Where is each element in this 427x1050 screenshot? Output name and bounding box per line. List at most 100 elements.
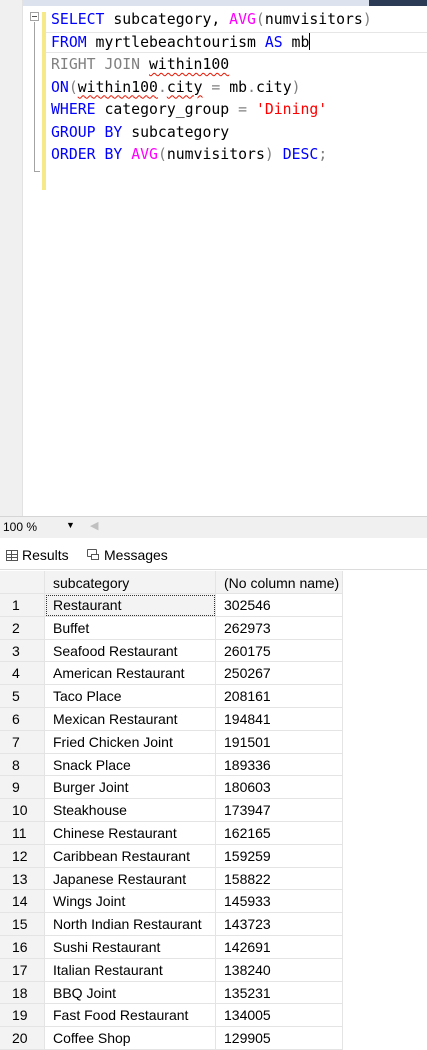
- column-header-subcategory[interactable]: subcategory: [45, 571, 216, 594]
- row-number[interactable]: 14: [0, 890, 45, 914]
- cell-subcategory[interactable]: Italian Restaurant: [45, 958, 216, 982]
- table-row[interactable]: 19 Fast Food Restaurant 134005: [0, 1004, 427, 1028]
- row-number[interactable]: 6: [0, 707, 45, 731]
- cell-subcategory[interactable]: Buffet: [45, 616, 216, 640]
- row-number[interactable]: 1: [0, 594, 45, 617]
- cell-value[interactable]: 142691: [216, 935, 343, 959]
- row-number[interactable]: 15: [0, 913, 45, 936]
- row-number[interactable]: 11: [0, 821, 45, 845]
- table-row[interactable]: 9 Burger Joint 180603: [0, 776, 427, 800]
- cell-subcategory[interactable]: Coffee Shop: [45, 1027, 216, 1050]
- cell-value[interactable]: 129905: [216, 1027, 343, 1050]
- cell-value[interactable]: 250267: [216, 662, 343, 686]
- table-row[interactable]: 4 American Restaurant 250267: [0, 662, 427, 686]
- table-row[interactable]: 7 Fried Chicken Joint 191501: [0, 730, 427, 754]
- cell-value[interactable]: 180603: [216, 776, 343, 800]
- code-line[interactable]: SELECT subcategory, AVG(numvisitors): [51, 9, 372, 32]
- cell-value[interactable]: 262973: [216, 616, 343, 640]
- cell-value[interactable]: 158822: [216, 867, 343, 891]
- row-number[interactable]: 9: [0, 776, 45, 800]
- zoom-level[interactable]: 100 %: [3, 520, 37, 534]
- cell-subcategory[interactable]: Sushi Restaurant: [45, 935, 216, 959]
- row-number[interactable]: 8: [0, 753, 45, 777]
- row-number[interactable]: 5: [0, 685, 45, 708]
- row-number[interactable]: 20: [0, 1027, 45, 1050]
- table-row[interactable]: 13 Japanese Restaurant 158822: [0, 867, 427, 891]
- table-row[interactable]: 6 Mexican Restaurant 194841: [0, 707, 427, 731]
- cell-subcategory[interactable]: Wings Joint: [45, 890, 216, 914]
- cell-subcategory[interactable]: Mexican Restaurant: [45, 707, 216, 731]
- cell-subcategory[interactable]: Steakhouse: [45, 799, 216, 822]
- table-row[interactable]: 18 BBQ Joint 135231: [0, 981, 427, 1005]
- table-row[interactable]: 8 Snack Place 189336: [0, 753, 427, 777]
- sql-code[interactable]: SELECT subcategory, AVG(numvisitors) FROM…: [51, 9, 372, 167]
- cell-subcategory[interactable]: BBQ Joint: [45, 981, 216, 1005]
- code-line[interactable]: ORDER BY AVG(numvisitors) DESC;: [51, 144, 372, 167]
- row-number[interactable]: 10: [0, 799, 45, 822]
- cell-value[interactable]: 189336: [216, 753, 343, 777]
- row-number[interactable]: 19: [0, 1004, 45, 1028]
- table-row[interactable]: 3 Seafood Restaurant 260175: [0, 639, 427, 663]
- cell-value[interactable]: 260175: [216, 639, 343, 663]
- cell-subcategory[interactable]: Fried Chicken Joint: [45, 730, 216, 754]
- cell-subcategory[interactable]: Caribbean Restaurant: [45, 844, 216, 868]
- cell-value[interactable]: 138240: [216, 958, 343, 982]
- table-row[interactable]: 17 Italian Restaurant 138240: [0, 958, 427, 982]
- row-number[interactable]: 2: [0, 616, 45, 640]
- cell-value[interactable]: 134005: [216, 1004, 343, 1028]
- cell-subcategory[interactable]: Fast Food Restaurant: [45, 1004, 216, 1028]
- table-row[interactable]: 1 Restaurant 302546: [0, 594, 427, 617]
- cell-subcategory[interactable]: Japanese Restaurant: [45, 867, 216, 891]
- table-row[interactable]: 11 Chinese Restaurant 162165: [0, 821, 427, 845]
- table-row[interactable]: 14 Wings Joint 145933: [0, 890, 427, 914]
- table-row[interactable]: 15 North Indian Restaurant 143723: [0, 913, 427, 936]
- tab-results[interactable]: Results: [6, 547, 69, 563]
- grid-corner[interactable]: [0, 571, 45, 594]
- cell-value[interactable]: 145933: [216, 890, 343, 914]
- row-number[interactable]: 7: [0, 730, 45, 754]
- cell-subcategory[interactable]: Taco Place: [45, 685, 216, 708]
- row-number[interactable]: 16: [0, 935, 45, 959]
- row-number[interactable]: 13: [0, 867, 45, 891]
- text-caret: [309, 32, 311, 50]
- row-number[interactable]: 18: [0, 981, 45, 1005]
- zoom-dropdown-icon[interactable]: ▼: [66, 520, 75, 530]
- results-grid[interactable]: subcategory (No column name) 1 Restaurant…: [0, 571, 427, 1050]
- table-row[interactable]: 16 Sushi Restaurant 142691: [0, 935, 427, 959]
- code-line[interactable]: WHERE category_group = 'Dining': [51, 99, 372, 122]
- cell-subcategory[interactable]: Restaurant: [45, 594, 216, 617]
- row-number[interactable]: 17: [0, 958, 45, 982]
- cell-subcategory[interactable]: Snack Place: [45, 753, 216, 777]
- row-number[interactable]: 3: [0, 639, 45, 663]
- code-line[interactable]: GROUP BY subcategory: [51, 122, 372, 145]
- table-row[interactable]: 12 Caribbean Restaurant 159259: [0, 844, 427, 868]
- code-line[interactable]: RIGHT JOIN within100: [51, 54, 372, 77]
- collapse-toggle-icon[interactable]: [30, 12, 39, 21]
- row-number[interactable]: 12: [0, 844, 45, 868]
- cell-value[interactable]: 191501: [216, 730, 343, 754]
- code-line[interactable]: ON(within100.city = mb.city): [51, 77, 372, 100]
- cell-value[interactable]: 135231: [216, 981, 343, 1005]
- cell-subcategory[interactable]: Seafood Restaurant: [45, 639, 216, 663]
- table-row[interactable]: 5 Taco Place 208161: [0, 685, 427, 708]
- cell-value[interactable]: 143723: [216, 913, 343, 936]
- cell-subcategory[interactable]: North Indian Restaurant: [45, 913, 216, 936]
- scroll-left-icon[interactable]: ◀: [90, 519, 98, 532]
- code-line[interactable]: FROM myrtlebeachtourism AS mb: [51, 32, 372, 55]
- table-row[interactable]: 10 Steakhouse 173947: [0, 799, 427, 822]
- cell-value[interactable]: 173947: [216, 799, 343, 822]
- cell-subcategory[interactable]: Burger Joint: [45, 776, 216, 800]
- cell-subcategory[interactable]: Chinese Restaurant: [45, 821, 216, 845]
- tab-messages[interactable]: Messages: [87, 547, 168, 563]
- row-number[interactable]: 4: [0, 662, 45, 686]
- cell-value[interactable]: 194841: [216, 707, 343, 731]
- cell-subcategory[interactable]: American Restaurant: [45, 662, 216, 686]
- table-row[interactable]: 20 Coffee Shop 129905: [0, 1027, 427, 1050]
- query-editor[interactable]: SELECT subcategory, AVG(numvisitors) FROM…: [0, 0, 427, 516]
- column-header-value[interactable]: (No column name): [216, 571, 343, 594]
- table-row[interactable]: 2 Buffet 262973: [0, 616, 427, 640]
- cell-value[interactable]: 302546: [216, 594, 343, 617]
- cell-value[interactable]: 162165: [216, 821, 343, 845]
- cell-value[interactable]: 208161: [216, 685, 343, 708]
- cell-value[interactable]: 159259: [216, 844, 343, 868]
